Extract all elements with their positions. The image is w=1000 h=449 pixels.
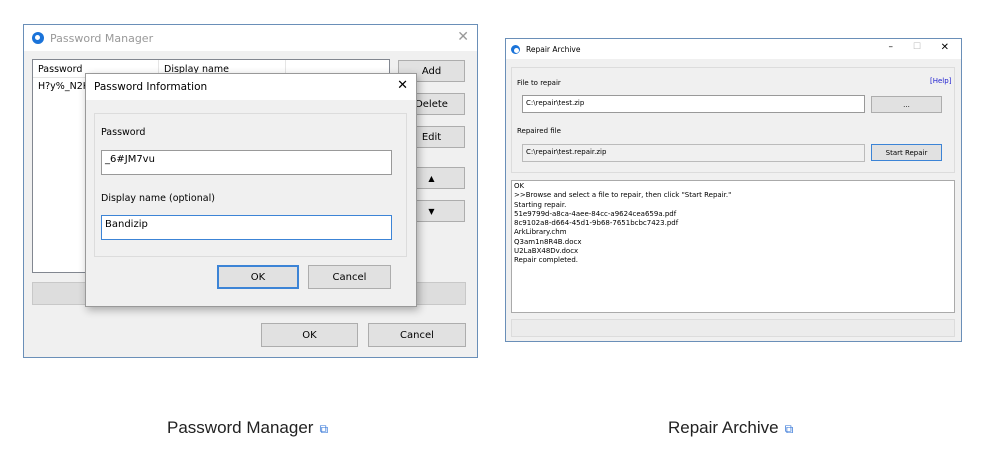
external-link-icon: ⧉: [319, 422, 329, 436]
dialog-cancel-button[interactable]: Cancel: [308, 265, 391, 289]
title-bar: Password Manager ✕: [24, 25, 477, 51]
log-line: Repair completed.: [514, 256, 579, 265]
dialog-title: Password Information: [94, 81, 208, 93]
log-line: OK: [514, 182, 525, 190]
start-repair-button[interactable]: Start Repair: [871, 144, 942, 161]
caption-text: Password Manager: [167, 418, 314, 437]
display-name-label: Display name (optional): [101, 193, 215, 204]
repair-archive-window: Repair Archive – ☐ ✕ File to repair [Hel…: [505, 38, 962, 342]
log-line: 8c9102a8-d664-45d1-9b68-7651bcbc7423.pdf: [514, 219, 679, 228]
caption-repair-archive[interactable]: Repair Archive ⧉: [668, 418, 793, 438]
maximize-icon[interactable]: ☐: [913, 42, 921, 52]
log-line: ArkLibrary.chm: [514, 228, 567, 237]
dialog-title-bar: Password Information ✕: [86, 74, 416, 100]
help-link[interactable]: [Help]: [930, 77, 951, 85]
password-input[interactable]: _6#JM7vu: [101, 150, 392, 175]
close-icon[interactable]: ✕: [941, 42, 949, 53]
log-line: Starting repair.: [514, 200, 567, 209]
minimize-icon[interactable]: –: [889, 42, 894, 52]
log-line: Q3am1n8R4B.docx: [514, 237, 582, 246]
display-name-input[interactable]: Bandizip: [101, 215, 392, 240]
cancel-button[interactable]: Cancel: [368, 323, 466, 347]
log-line: >>Browse and select a file to repair, th…: [514, 191, 732, 200]
file-to-repair-label: File to repair: [517, 79, 561, 87]
app-icon: [32, 32, 44, 44]
list-item-password: H?y%_N2K: [38, 81, 89, 92]
close-icon[interactable]: ✕: [397, 78, 408, 93]
caption-text: Repair Archive: [668, 418, 779, 437]
ok-button[interactable]: OK: [261, 323, 358, 347]
dialog-ok-button[interactable]: OK: [217, 265, 299, 289]
status-bar: [511, 319, 955, 337]
window-title: Repair Archive: [526, 44, 581, 54]
log-line: 51e9799d-a8ca-4aee-84cc-a9624cea659a.pdf: [514, 209, 677, 218]
password-information-dialog: Password Information ✕ Password _6#JM7vu…: [85, 73, 417, 307]
title-bar: Repair Archive – ☐ ✕: [506, 39, 961, 59]
log-line: U2LaBX48Dv.docx: [514, 247, 579, 256]
external-link-icon: ⧉: [784, 422, 794, 436]
caption-password-manager[interactable]: Password Manager ⧉: [167, 418, 328, 438]
browse-button[interactable]: ...: [871, 96, 942, 113]
file-to-repair-input[interactable]: C:\repair\test.zip: [522, 95, 865, 113]
repaired-file-input[interactable]: C:\repair\test.repair.zip: [522, 144, 865, 162]
app-icon: [511, 44, 520, 54]
password-label: Password: [101, 127, 146, 138]
log-output[interactable]: OK >>Browse and select a file to repair,…: [511, 180, 955, 313]
repaired-file-label: Repaired file: [517, 127, 561, 135]
close-icon[interactable]: ✕: [457, 29, 469, 45]
window-title: Password Manager: [50, 31, 154, 45]
